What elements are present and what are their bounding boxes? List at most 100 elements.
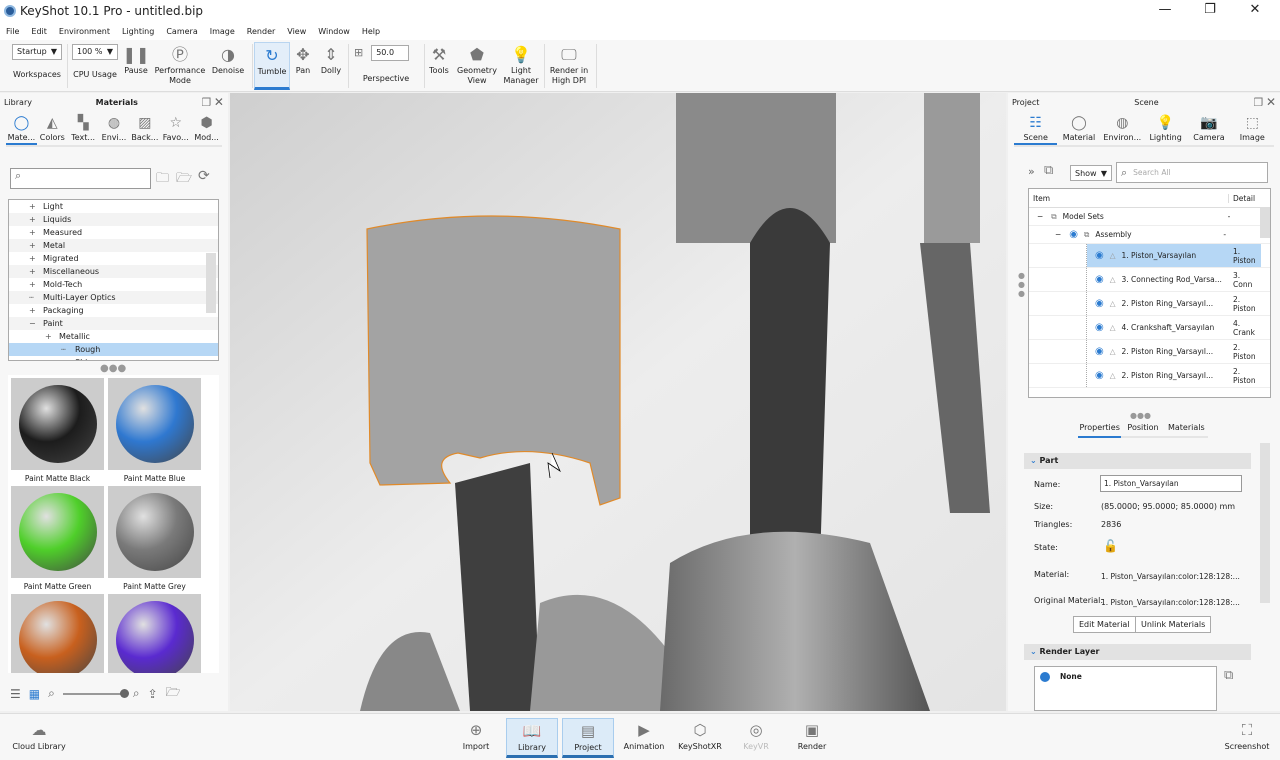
expand-toggle[interactable]: + <box>45 330 59 343</box>
cloud-upload-icon[interactable]: ⇪ <box>148 687 158 701</box>
tree-item-multi-layer-optics[interactable]: ┄ Multi-Layer Optics <box>9 291 218 304</box>
expand-toggle[interactable]: + <box>29 278 43 291</box>
part-name-input[interactable]: 1. Piston_Varsayılan <box>1100 475 1242 492</box>
scene-part-row[interactable]: ◉ △ 4. Crankshaft_Varsayılan 4. Crank <box>1029 316 1270 340</box>
expand-toggle[interactable]: ┄ <box>61 356 75 360</box>
material-swatch[interactable]: Paint Matte Blue <box>108 378 201 483</box>
edit-material-button[interactable]: Edit Material <box>1073 616 1136 633</box>
visibility-eye-icon[interactable]: ◉ <box>1095 274 1104 285</box>
expand-toggle[interactable]: ┄ <box>29 291 43 304</box>
menu-environment[interactable]: Environment <box>59 27 110 36</box>
library-tab-5[interactable]: ☆ Favo... <box>160 111 191 145</box>
col-detail-header[interactable]: Detail <box>1229 194 1255 203</box>
keyshotxr-button[interactable]: ⬡ KeyShotXR <box>674 718 726 758</box>
perspective-control[interactable]: ⊞ 50.0 Perspective <box>354 44 418 84</box>
subtab-properties[interactable]: Properties <box>1078 421 1122 438</box>
tree-item-migrated[interactable]: + Migrated <box>9 252 218 265</box>
cpu-select[interactable]: 100 % ▼ <box>72 44 118 60</box>
render-viewport[interactable] <box>230 93 1006 711</box>
render-high-dpi-button[interactable]: 🖵 Render in High DPI <box>548 44 590 86</box>
menu-image[interactable]: Image <box>210 27 235 36</box>
dolly-button[interactable]: ⇕ Dolly <box>318 44 344 76</box>
tree-item-light[interactable]: + Light <box>9 200 218 213</box>
tree-item-paint[interactable]: − Paint <box>9 317 218 330</box>
keyvr-button[interactable]: ◎ KeyVR <box>730 718 782 758</box>
close-button[interactable]: ✕ <box>1240 2 1270 17</box>
col-item-header[interactable]: Item <box>1029 193 1229 203</box>
folder-sync-icon[interactable]: 🗁 <box>166 683 181 704</box>
expand-toggle[interactable]: + <box>29 239 43 252</box>
tree-row-model-sets[interactable]: − ⧉ Model Sets - <box>1029 208 1270 226</box>
tree-item-shiny[interactable]: ┄Shiny <box>9 356 218 360</box>
tree-item-miscellaneous[interactable]: + Miscellaneous <box>9 265 218 278</box>
add-folder-icon[interactable]: 🗀 <box>156 169 169 191</box>
subtab-materials[interactable]: Materials <box>1165 421 1208 436</box>
material-swatch[interactable] <box>108 594 201 673</box>
expand-toggle[interactable]: + <box>29 200 43 213</box>
workspaces-control[interactable]: Startup ▼ Workspaces <box>12 44 62 80</box>
project-tab-material[interactable]: ◯ Material <box>1057 111 1100 145</box>
grid-view-icon[interactable]: ▦ <box>29 687 40 701</box>
scene-part-row[interactable]: ◉ △ 3. Connecting Rod_Varsa... 3. Conn <box>1029 268 1270 292</box>
import-button[interactable]: ⊕ Import <box>450 718 502 758</box>
zoom-in-icon[interactable]: ⌕ <box>133 686 140 701</box>
project-button[interactable]: ▤ Project <box>562 718 614 758</box>
maximize-button[interactable]: ❐ <box>1195 2 1225 17</box>
tree-item-measured[interactable]: + Measured <box>9 226 218 239</box>
refresh-icon[interactable]: ⟳ <box>198 168 210 184</box>
tools-button[interactable]: ⚒ Tools <box>428 44 450 76</box>
scene-part-row[interactable]: ◉ △ 2. Piston Ring_Varsayıl... 2. Piston <box>1029 340 1270 364</box>
pan-button[interactable]: ✥ Pan <box>292 44 314 76</box>
menu-file[interactable]: File <box>6 27 19 36</box>
animation-button[interactable]: ▶ Animation <box>618 718 670 758</box>
close-panel-icon[interactable]: ✕ <box>214 95 224 109</box>
close-panel-icon[interactable]: ✕ <box>1266 95 1276 109</box>
menu-edit[interactable]: Edit <box>31 27 47 36</box>
zoom-out-icon[interactable]: ⌕ <box>48 686 55 701</box>
splitter-handle[interactable]: ●●● <box>1130 411 1151 420</box>
pause-button[interactable]: ❚❚ Pause <box>122 44 150 76</box>
library-tab-0[interactable]: ◯ Mate... <box>6 111 37 145</box>
visibility-eye-icon[interactable]: ◉ <box>1095 250 1104 261</box>
cloud-library-button[interactable]: ☁ Cloud Library <box>12 718 66 758</box>
scene-part-row[interactable]: ◉ △ 2. Piston Ring_Varsayıl... 2. Piston <box>1029 292 1270 316</box>
screenshot-button[interactable]: ⛶ Screenshot <box>1222 718 1272 758</box>
menu-lighting[interactable]: Lighting <box>122 27 154 36</box>
import-folder-icon[interactable]: 🗁 <box>176 169 192 191</box>
library-tab-2[interactable]: ▚ Text... <box>68 111 99 145</box>
library-tab-1[interactable]: ◭ Colors <box>37 111 68 145</box>
add-model-set-icon[interactable]: ⧉ <box>1044 163 1053 178</box>
menu-camera[interactable]: Camera <box>166 27 197 36</box>
geometry-view-button[interactable]: ⬟ Geometry View <box>456 44 498 86</box>
part-section-header[interactable]: ⌄ Part <box>1024 453 1251 469</box>
tree-item-rough[interactable]: ┄ Rough <box>9 343 218 356</box>
scene-part-row[interactable]: ◉ △ 1. Piston_Varsayılan 1. Piston <box>1029 244 1270 268</box>
project-tab-camera[interactable]: 📷 Camera <box>1187 111 1230 145</box>
project-tab-scene[interactable]: ☷ Scene <box>1014 111 1058 145</box>
thumbnail-size-slider[interactable] <box>62 688 129 698</box>
show-dropdown[interactable]: Show ▼ <box>1070 165 1112 181</box>
library-tab-6[interactable]: ⬢ Mod... <box>191 111 222 145</box>
expand-toggle[interactable]: + <box>29 213 43 226</box>
splitter-handle[interactable]: ●●● <box>100 363 126 374</box>
expand-toggle[interactable]: ┄ <box>61 343 75 356</box>
tree-item-metal[interactable]: + Metal <box>9 239 218 252</box>
cpu-usage-control[interactable]: 100 % ▼ CPU Usage <box>72 44 118 80</box>
material-swatch[interactable]: Paint Matte Green <box>11 486 104 591</box>
tree-item-metallic[interactable]: + Metallic <box>9 330 218 343</box>
side-handle[interactable]: ● ● ● <box>1018 271 1025 298</box>
properties-scrollbar[interactable] <box>1260 443 1270 603</box>
expand-toggle[interactable]: + <box>29 252 43 265</box>
render-button[interactable]: ▣ Render <box>786 718 838 758</box>
expand-toggle[interactable]: + <box>29 226 43 239</box>
visibility-eye-icon[interactable]: ◉ <box>1069 229 1078 240</box>
undock-icon[interactable]: ❐ <box>202 96 212 109</box>
visibility-eye-icon[interactable]: ◉ <box>1095 370 1104 381</box>
library-button[interactable]: 📖 Library <box>506 718 558 758</box>
expand-toggle[interactable]: + <box>29 304 43 317</box>
minimize-button[interactable]: — <box>1150 2 1180 17</box>
tree-row-assembly[interactable]: − ◉ ⧉ Assembly - <box>1029 226 1270 244</box>
material-swatch[interactable]: Paint Matte Black <box>11 378 104 483</box>
add-layer-icon[interactable]: ⧉ <box>1224 668 1233 683</box>
menu-window[interactable]: Window <box>318 27 350 36</box>
